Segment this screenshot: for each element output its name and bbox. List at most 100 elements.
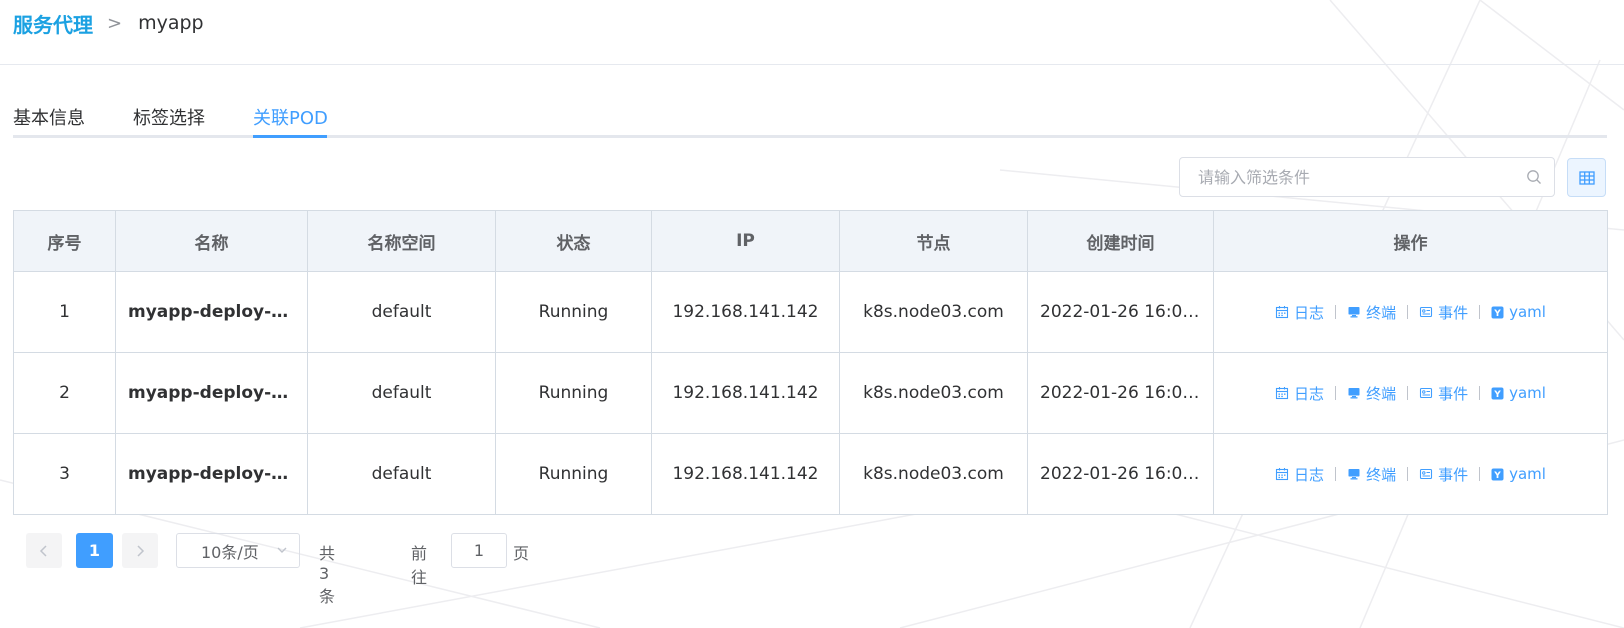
cell-index: 1: [13, 271, 116, 353]
search-icon[interactable]: [1526, 169, 1542, 185]
cell-node: k8s.node03.com: [839, 271, 1028, 353]
action-divider: [1479, 467, 1481, 481]
page-number-current[interactable]: 1: [76, 533, 113, 568]
cell-pod-name-link[interactable]: myapp-deploy-7b…: [115, 433, 308, 515]
monitor-icon: [1348, 388, 1360, 399]
events-label: 事件: [1438, 303, 1469, 322]
column-header-ip: IP: [651, 210, 840, 272]
goto-page-input[interactable]: [451, 533, 507, 568]
cell-actions: 日志 终端 事件 Yyaml: [1213, 271, 1608, 353]
action-divider: [1479, 305, 1481, 319]
terminal-button[interactable]: 终端: [1347, 383, 1396, 404]
action-divider: [1407, 386, 1409, 400]
column-header-index: 序号: [13, 210, 116, 272]
action-divider: [1335, 467, 1337, 481]
cell-ip: 192.168.141.142: [651, 433, 840, 515]
tab-related-pods[interactable]: 关联POD: [253, 104, 328, 130]
page-size-select[interactable]: 10条/页: [176, 533, 300, 568]
tab-label-selector[interactable]: 标签选择: [133, 104, 205, 130]
cell-index: 3: [13, 433, 116, 515]
tab-bar: 基本信息 标签选择 关联POD: [13, 96, 1607, 138]
column-header-actions: 操作: [1213, 210, 1608, 272]
pod-table: 序号 名称 名称空间 状态 IP 节点 创建时间 操作 1 myapp-deplo…: [13, 210, 1608, 515]
chevron-down-icon: [277, 547, 287, 553]
event-card-icon: [1420, 387, 1433, 399]
action-divider: [1335, 305, 1337, 319]
cell-ip: 192.168.141.142: [651, 352, 840, 434]
table-icon: [1578, 170, 1595, 185]
yaml-button[interactable]: Yyaml: [1491, 384, 1546, 402]
page-size-value: 10条/页: [201, 542, 259, 562]
yaml-label: yaml: [1509, 303, 1546, 321]
cell-pod-name-link[interactable]: myapp-deploy-7b…: [115, 352, 308, 434]
cell-node: k8s.node03.com: [839, 433, 1028, 515]
yaml-label: yaml: [1509, 465, 1546, 483]
column-settings-button[interactable]: [1567, 158, 1606, 197]
row-actions: 日志 终端 事件 Yyaml: [1226, 464, 1595, 485]
page-suffix-label: 页: [513, 544, 530, 563]
monitor-icon: [1348, 307, 1360, 318]
cell-actions: 日志 终端 事件 Yyaml: [1213, 433, 1608, 515]
svg-text:Y: Y: [1493, 390, 1501, 400]
log-button[interactable]: 日志: [1275, 383, 1324, 404]
cell-created-time: 2022-01-26 16:07…: [1027, 352, 1214, 434]
events-button[interactable]: 事件: [1419, 302, 1468, 323]
table-row: 3 myapp-deploy-7b… default Running 192.168.1…: [13, 433, 1608, 515]
row-actions: 日志 终端 事件 Yyaml: [1226, 383, 1595, 404]
events-label: 事件: [1438, 384, 1469, 403]
log-label: 日志: [1294, 303, 1325, 322]
cell-ip: 192.168.141.142: [651, 271, 840, 353]
cell-created-time: 2022-01-26 16:07…: [1027, 433, 1214, 515]
monitor-icon: [1348, 469, 1360, 480]
chevron-left-icon: [39, 544, 47, 557]
breadcrumb: 服务代理 > myapp: [13, 8, 204, 38]
cell-pod-name-link[interactable]: myapp-deploy-7b…: [115, 271, 308, 353]
event-card-icon: [1420, 468, 1433, 480]
cell-created-time: 2022-01-26 16:07…: [1027, 271, 1214, 353]
column-header-namespace: 名称空间: [307, 210, 496, 272]
calendar-icon: [1275, 387, 1289, 400]
log-label: 日志: [1294, 384, 1325, 403]
cell-index: 2: [13, 352, 116, 434]
yaml-icon: Y: [1491, 468, 1504, 481]
table-header-row: 序号 名称 名称空间 状态 IP 节点 创建时间 操作: [13, 210, 1608, 272]
table-row: 1 myapp-deploy-7b… default Running 192.168.1…: [13, 271, 1608, 353]
log-label: 日志: [1294, 465, 1325, 484]
yaml-button[interactable]: Yyaml: [1491, 465, 1546, 483]
cell-namespace: default: [307, 271, 496, 353]
yaml-button[interactable]: Yyaml: [1491, 303, 1546, 321]
log-button[interactable]: 日志: [1275, 464, 1324, 485]
events-button[interactable]: 事件: [1419, 464, 1468, 485]
tab-active-indicator: [253, 135, 327, 138]
breadcrumb-link-service-proxy[interactable]: 服务代理: [13, 9, 93, 38]
terminal-button[interactable]: 终端: [1347, 302, 1396, 323]
yaml-label: yaml: [1509, 384, 1546, 402]
terminal-button[interactable]: 终端: [1347, 464, 1396, 485]
column-header-name: 名称: [115, 210, 308, 272]
cell-status: Running: [495, 352, 652, 434]
yaml-icon: Y: [1491, 306, 1504, 319]
total-count: 共 3 条: [319, 544, 336, 606]
svg-text:Y: Y: [1493, 309, 1501, 319]
cell-actions: 日志 终端 事件 Yyaml: [1213, 352, 1608, 434]
svg-text:Y: Y: [1493, 471, 1501, 481]
terminal-label: 终端: [1366, 465, 1397, 484]
breadcrumb-separator: >: [107, 12, 123, 34]
table-row: 2 myapp-deploy-7b… default Running 192.168.1…: [13, 352, 1608, 434]
prev-page-button[interactable]: [26, 533, 62, 568]
event-card-icon: [1420, 306, 1433, 318]
cell-namespace: default: [307, 433, 496, 515]
cell-status: Running: [495, 271, 652, 353]
next-page-button[interactable]: [122, 533, 158, 568]
cell-namespace: default: [307, 352, 496, 434]
filter-search-input[interactable]: [1198, 158, 1518, 196]
filter-search-box: [1179, 157, 1555, 197]
calendar-icon: [1275, 306, 1289, 319]
chevron-right-icon: [137, 544, 145, 557]
events-button[interactable]: 事件: [1419, 383, 1468, 404]
action-divider: [1335, 386, 1337, 400]
tab-basic-info[interactable]: 基本信息: [13, 104, 85, 130]
yaml-icon: Y: [1491, 387, 1504, 400]
goto-label: 前往: [411, 544, 428, 587]
log-button[interactable]: 日志: [1275, 302, 1324, 323]
